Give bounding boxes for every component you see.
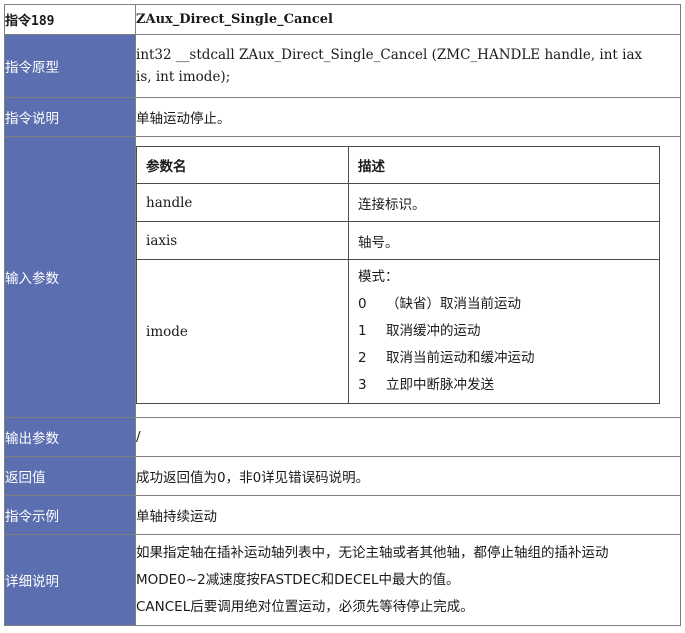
param-name: handle	[136, 183, 349, 222]
mode-number: 1	[358, 323, 367, 339]
prototype-row: 指令原型 int32 __stdcall ZAux_Direct_Single_…	[4, 34, 681, 98]
instruction-name: ZAux_Direct_Single_Cancel	[135, 4, 681, 35]
prototype-label: 指令原型	[4, 34, 136, 98]
param-row: iaxis 轴号。	[136, 221, 660, 260]
param-row: imode 模式： 0 （缺省）取消当前运动 1 取消缓冲的运动 2 取消当前运动和缓…	[136, 259, 660, 404]
mode-option: 2 取消当前运动和缓冲运动	[358, 345, 659, 372]
return-label: 返回值	[4, 456, 136, 496]
params-header-row: 参数名 描述	[136, 146, 660, 184]
detail-label: 详细说明	[4, 534, 136, 626]
param-desc-header: 描述	[348, 146, 660, 184]
output-params-label: 输出参数	[4, 417, 136, 457]
mode-text: 立即中断脉冲发送	[386, 377, 494, 393]
mode-option: 1 取消缓冲的运动	[358, 318, 659, 345]
example-value: 单轴持续运动	[135, 495, 681, 535]
input-params-cell: 参数名 描述 handle 连接标识。 iaxis 轴号。 imode 模式：	[135, 136, 681, 418]
mode-number: 2	[358, 350, 367, 366]
api-doc-table: 指令189 ZAux_Direct_Single_Cancel 指令原型 int…	[4, 4, 681, 629]
mode-option: 3 立即中断脉冲发送	[358, 372, 659, 399]
param-desc: 连接标识。	[348, 183, 660, 222]
instruction-table: 指令189 ZAux_Direct_Single_Cancel 指令原型 int…	[4, 4, 681, 626]
param-row: handle 连接标识。	[136, 183, 660, 222]
mode-option: 0 （缺省）取消当前运动	[358, 291, 659, 318]
mode-number: 0	[358, 296, 367, 312]
mode-title: 模式：	[358, 269, 399, 285]
detail-line-1: 如果指定轴在插补运动轴列表中，无论主轴或者其他轴，都停止轴组的插补运动	[136, 544, 609, 561]
mode-number: 3	[358, 377, 367, 393]
example-label: 指令示例	[4, 495, 136, 535]
param-name: imode	[136, 259, 349, 404]
header-row: 指令189 ZAux_Direct_Single_Cancel	[4, 4, 681, 35]
return-row: 返回值 成功返回值为0，非0详见错误码说明。	[4, 456, 681, 496]
mode-text: （缺省）取消当前运动	[386, 296, 521, 312]
detail-value: 如果指定轴在插补运动轴列表中，无论主轴或者其他轴，都停止轴组的插补运动 MODE…	[135, 534, 681, 626]
mode-text: 取消当前运动和缓冲运动	[386, 350, 535, 366]
instruction-number: 指令189	[4, 4, 136, 35]
params-table: 参数名 描述 handle 连接标识。 iaxis 轴号。 imode 模式：	[136, 146, 660, 404]
mode-list: 模式： 0 （缺省）取消当前运动 1 取消缓冲的运动 2 取消当前运动和缓冲运动 3 立…	[358, 260, 659, 403]
detail-row: 详细说明 如果指定轴在插补运动轴列表中，无论主轴或者其他轴，都停止轴组的插补运动…	[4, 534, 681, 626]
input-params-label: 输入参数	[4, 136, 136, 418]
param-name: iaxis	[136, 221, 349, 260]
input-params-row: 输入参数 参数名 描述 handle 连接标识。 iaxis 轴号。 imode	[4, 136, 681, 418]
output-params-value: /	[135, 417, 681, 457]
param-desc: 轴号。	[348, 221, 660, 260]
prototype-line-1: int32 __stdcall ZAux_Direct_Single_Cance…	[136, 47, 643, 63]
description-value: 单轴运动停止。	[135, 97, 681, 137]
param-desc: 模式： 0 （缺省）取消当前运动 1 取消缓冲的运动 2 取消当前运动和缓冲运动 3 立…	[348, 259, 660, 404]
detail-line-2: MODE0~2减速度按FASTDEC和DECEL中最大的值。	[136, 571, 460, 588]
description-label: 指令说明	[4, 97, 136, 137]
detail-line-3: CANCEL后要调用绝对位置运动，必须先等待停止完成。	[136, 598, 474, 615]
mode-text: 取消缓冲的运动	[386, 323, 481, 339]
param-name-header: 参数名	[136, 146, 349, 184]
prototype-line-2: is, int imode);	[136, 69, 231, 85]
description-row: 指令说明 单轴运动停止。	[4, 97, 681, 137]
output-params-row: 输出参数 /	[4, 417, 681, 457]
return-value: 成功返回值为0，非0详见错误码说明。	[135, 456, 681, 496]
prototype-value: int32 __stdcall ZAux_Direct_Single_Cance…	[135, 34, 681, 98]
example-row: 指令示例 单轴持续运动	[4, 495, 681, 535]
